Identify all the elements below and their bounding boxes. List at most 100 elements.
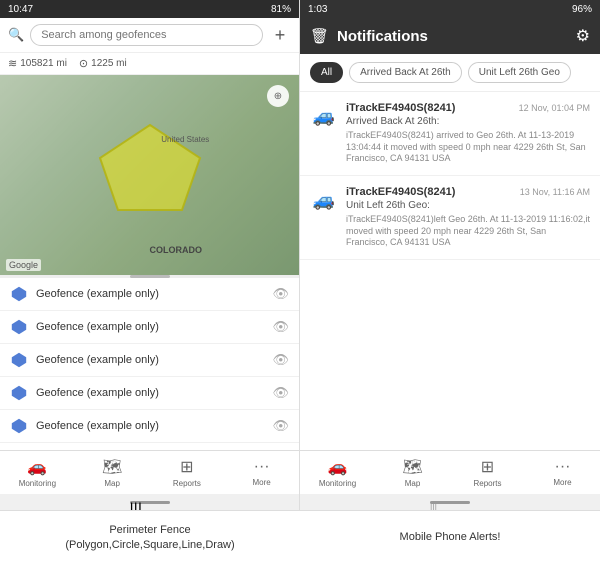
geofence-item[interactable]: Geofence (example only) 👁: [0, 344, 299, 377]
distance1-stat: ≋ 105821 mi: [8, 57, 67, 70]
notification-detail: iTrackEF4940S(8241)left Geo 26th. At 11-…: [346, 214, 590, 249]
status-bar-left: 10:47 81%: [0, 0, 299, 18]
bottom-nav-right: 🚗 Monitoring 🗺 Map ⊞ Reports ··· More: [300, 450, 600, 494]
vehicle-icon: 🚙: [310, 186, 338, 214]
map-label-us: United States: [161, 135, 209, 144]
notification-list: 🚙 iTrackEF4940S(8241) 12 Nov, 01:04 PM A…: [300, 92, 600, 450]
search-input[interactable]: [30, 24, 263, 46]
filter-button-1[interactable]: Arrived Back At 26th: [349, 62, 462, 83]
nav-more-right[interactable]: ··· More: [525, 451, 600, 494]
distance1-value: 105821 mi: [20, 58, 67, 69]
geofence-label: Geofence (example only): [36, 288, 264, 300]
nav-reports-label-r: Reports: [473, 479, 501, 488]
status-bar-right: 1:03 96%: [300, 0, 600, 18]
nav-reports-right[interactable]: ⊞ Reports: [450, 451, 525, 494]
unit-name: iTrackEF4940S(8241): [346, 186, 455, 198]
geofence-label: Geofence (example only): [36, 387, 264, 399]
distance2-value: 1225 mi: [91, 58, 127, 69]
filter-button-2[interactable]: Unit Left 26th Geo: [468, 62, 571, 83]
map-area[interactable]: ⊕ United States COLORADO Google: [0, 75, 299, 275]
notification-item[interactable]: 🚙 iTrackEF4940S(8241) 13 Nov, 11:16 AM U…: [300, 176, 600, 260]
more-icon-r: ···: [555, 458, 571, 476]
notification-item[interactable]: 🚙 iTrackEF4940S(8241) 12 Nov, 01:04 PM A…: [300, 92, 600, 176]
visibility-icon[interactable]: 👁: [272, 418, 289, 434]
notification-content: iTrackEF4940S(8241) 12 Nov, 01:04 PM Arr…: [346, 102, 590, 165]
gear-button[interactable]: ⚙: [576, 26, 590, 46]
geofence-icon: [10, 351, 28, 369]
geofence-icon: [10, 384, 28, 402]
geofence-item[interactable]: Geofence (example only) 👁: [0, 443, 299, 450]
unit-name: iTrackEF4940S(8241): [346, 102, 455, 114]
filter-bar: All Arrived Back At 26th Unit Left 26th Ge…: [300, 54, 600, 92]
right-phone: 1:03 96% 🗑 Notifications ⚙ All Arrived Ba…: [300, 0, 600, 510]
notification-header: 🗑 Notifications ⚙: [300, 18, 600, 54]
visibility-icon[interactable]: 👁: [272, 352, 289, 368]
map-icon: 🗺: [102, 457, 122, 477]
nav-more-label-r: More: [553, 478, 571, 487]
nav-monitoring-right[interactable]: 🚗 Monitoring: [300, 451, 375, 494]
geofence-list: Geofence (example only) 👁 Geofence (exam…: [0, 278, 299, 450]
geofence-item[interactable]: Geofence (example only) 👁: [0, 377, 299, 410]
caption-left: Perimeter Fence(Polygon,Circle,Square,Li…: [0, 511, 300, 565]
time-right: 1:03: [308, 4, 327, 15]
nav-more-label: More: [253, 478, 271, 487]
geofence-label: Geofence (example only): [36, 354, 264, 366]
nav-map-label: Map: [104, 479, 120, 488]
notification-subtitle: Arrived Back At 26th:: [346, 116, 590, 127]
geofence-item[interactable]: Geofence (example only) 👁: [0, 410, 299, 443]
geofence-icon: [10, 285, 28, 303]
geofence-item[interactable]: Geofence (example only) 👁: [0, 278, 299, 311]
add-geofence-button[interactable]: +: [269, 24, 291, 46]
visibility-icon[interactable]: 👁: [272, 286, 289, 302]
search-icon: 🔍: [8, 27, 24, 43]
notification-date: 13 Nov, 11:16 AM: [520, 187, 590, 197]
nav-reports-label: Reports: [173, 479, 201, 488]
notifications-title: Notifications: [337, 28, 568, 45]
nav-monitoring-label: Monitoring: [19, 479, 56, 488]
map-icon-r: 🗺: [402, 457, 422, 477]
nav-map-label-r: Map: [405, 479, 421, 488]
monitoring-icon: 🚗: [27, 457, 47, 477]
nav-map-left[interactable]: 🗺 Map: [75, 451, 150, 494]
vehicle-icon: 🚙: [310, 102, 338, 130]
home-indicator-right: |||: [300, 494, 600, 510]
filter-button-0[interactable]: All: [310, 62, 343, 83]
trash-button[interactable]: 🗑: [310, 27, 329, 45]
captions: Perimeter Fence(Polygon,Circle,Square,Li…: [0, 510, 600, 565]
home-indicator-left: |||: [0, 494, 299, 510]
caption-right: Mobile Phone Alerts!: [300, 511, 600, 565]
geofence-label: Geofence (example only): [36, 321, 264, 333]
battery-right: 96%: [572, 4, 592, 15]
geofence-icon: [10, 417, 28, 435]
notification-top-row: iTrackEF4940S(8241) 12 Nov, 01:04 PM: [346, 102, 590, 114]
bottom-nav-left: 🚗 Monitoring 🗺 Map ⊞ Reports ··· More: [0, 450, 299, 494]
more-icon: ···: [254, 458, 270, 476]
geofence-label: Geofence (example only): [36, 420, 264, 432]
clock-icon: ⊙: [79, 57, 88, 70]
monitoring-icon-r: 🚗: [328, 457, 348, 477]
nav-map-right[interactable]: 🗺 Map: [375, 451, 450, 494]
map-background: ⊕ United States COLORADO Google: [0, 75, 299, 275]
notification-top-row: iTrackEF4940S(8241) 13 Nov, 11:16 AM: [346, 186, 590, 198]
home-bar-left: |||: [130, 501, 170, 504]
distance2-stat: ⊙ 1225 mi: [79, 57, 127, 70]
geofence-item[interactable]: Geofence (example only) 👁: [0, 311, 299, 344]
geofence-icon: [10, 318, 28, 336]
visibility-icon[interactable]: 👁: [272, 385, 289, 401]
battery-left: 81%: [271, 4, 291, 15]
nav-reports-left[interactable]: ⊞ Reports: [150, 451, 225, 494]
nav-more-left[interactable]: ··· More: [224, 451, 299, 494]
visibility-icon[interactable]: 👁: [272, 319, 289, 335]
notification-subtitle: Unit Left 26th Geo:: [346, 200, 590, 211]
route-icon: ≋: [8, 57, 17, 70]
search-bar: 🔍 +: [0, 18, 299, 53]
compass-button[interactable]: ⊕: [267, 85, 289, 107]
nav-monitoring-left[interactable]: 🚗 Monitoring: [0, 451, 75, 494]
notification-date: 12 Nov, 01:04 PM: [519, 103, 590, 113]
map-label-google: Google: [6, 259, 41, 271]
reports-icon: ⊞: [180, 457, 193, 477]
notification-content: iTrackEF4940S(8241) 13 Nov, 11:16 AM Uni…: [346, 186, 590, 249]
nav-monitoring-label-r: Monitoring: [319, 479, 356, 488]
map-label-colorado: COLORADO: [150, 245, 203, 255]
reports-icon-r: ⊞: [481, 457, 494, 477]
